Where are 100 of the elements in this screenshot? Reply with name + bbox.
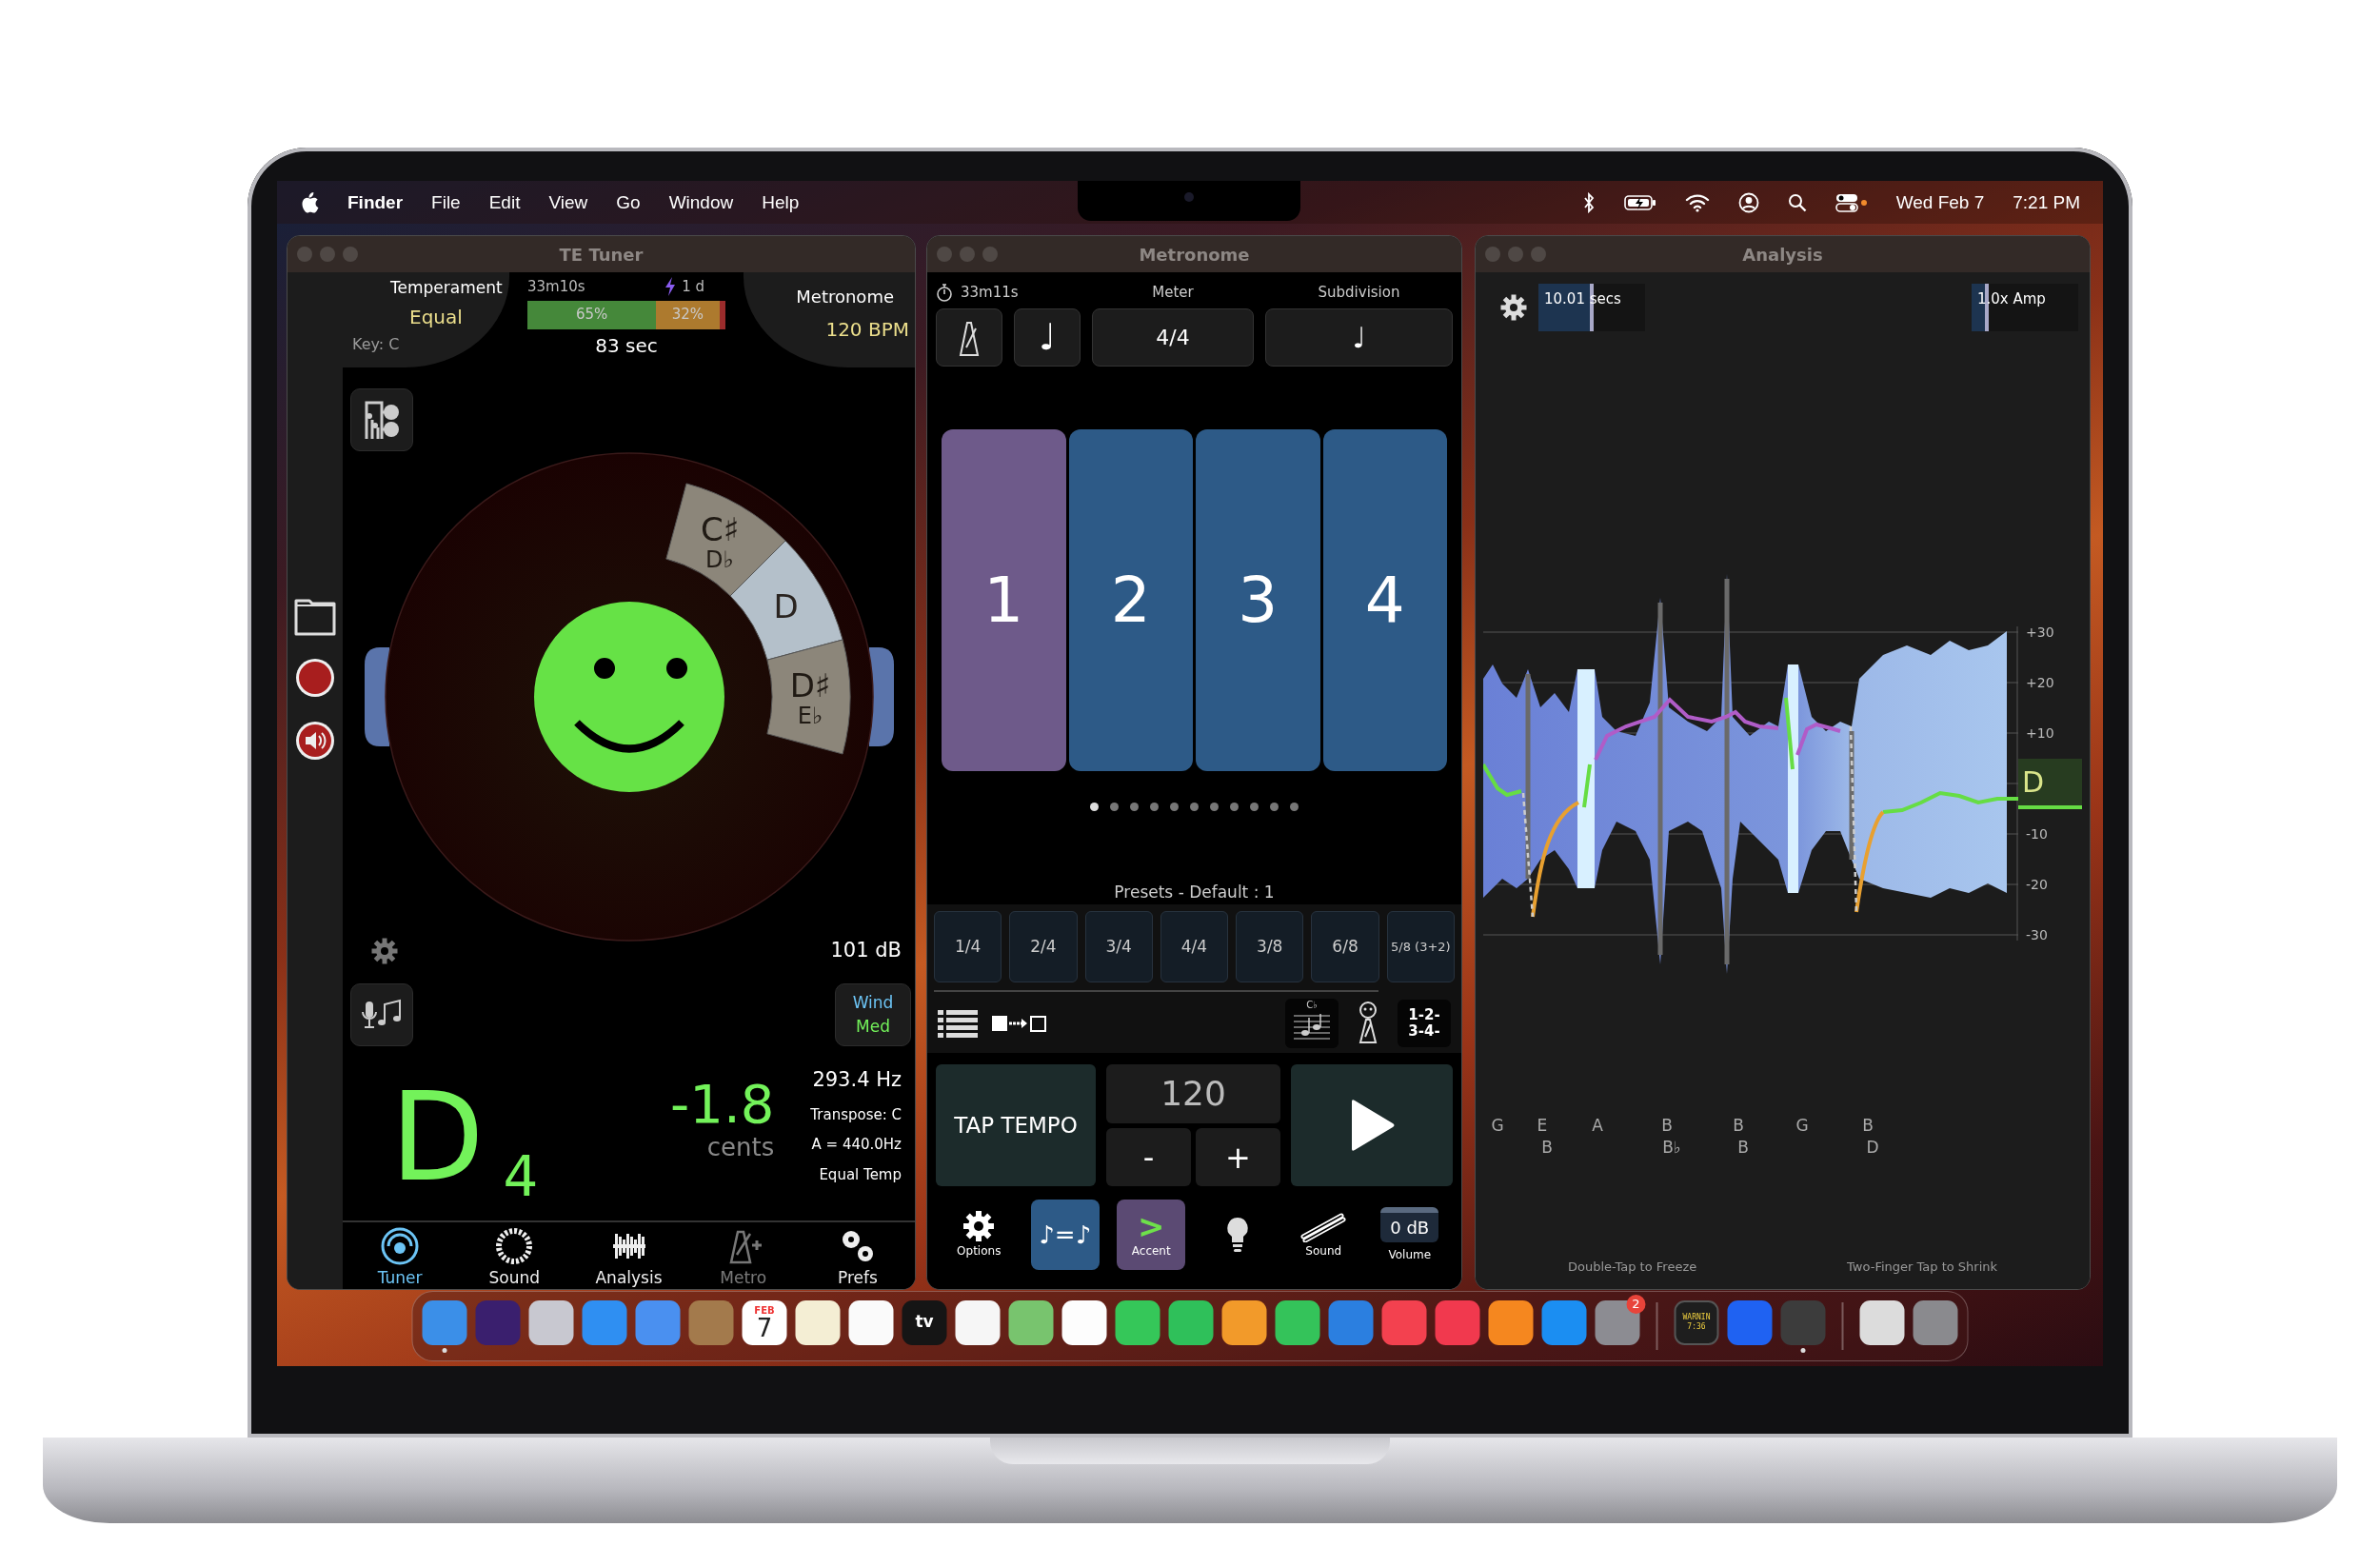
date-text[interactable]: Wed Feb 7	[1895, 191, 1985, 213]
note-segment: D♯ E♭	[765, 639, 850, 755]
note-label: B	[1862, 1115, 1874, 1137]
instrument-button[interactable]: Wind Med	[835, 983, 911, 1046]
meter-button[interactable]: 4/4	[1092, 308, 1254, 367]
presets-title: Presets - Default : 1	[1114, 883, 1275, 902]
page-dot[interactable]	[1170, 803, 1179, 811]
note-label: B	[1737, 1136, 1749, 1159]
page-dot[interactable]	[1270, 803, 1279, 811]
tab-button[interactable]: Sound	[457, 1222, 572, 1289]
time-text[interactable]: 7:21 PM	[2013, 191, 2080, 213]
tab-button[interactable]: Analysis	[571, 1222, 686, 1289]
page-dot[interactable]	[1250, 803, 1259, 811]
tempo-field[interactable]: 120	[1106, 1064, 1280, 1124]
mode-button[interactable]	[350, 388, 413, 451]
menu-item[interactable]: Edit	[488, 191, 521, 213]
preset-button[interactable]: 3/8	[1236, 911, 1304, 983]
apple-icon[interactable]	[300, 191, 319, 213]
beat-block[interactable]: 2	[1068, 429, 1193, 771]
score-button[interactable]: C♭	[1285, 999, 1339, 1049]
user-icon[interactable]	[1737, 191, 1759, 213]
metronome-panel[interactable]: Metronome 120 BPM	[744, 272, 915, 367]
scale-label: +10	[2026, 724, 2054, 743]
note-label: B	[1541, 1136, 1553, 1159]
note-label: B	[1661, 1115, 1673, 1137]
record-button[interactable]	[294, 657, 336, 699]
page-dot[interactable]	[1290, 803, 1299, 811]
app-icon[interactable]	[1115, 1299, 1160, 1345]
preset-button[interactable]: 2/4	[1009, 911, 1078, 983]
tab-button[interactable]: Tuner	[343, 1222, 458, 1289]
volume-button[interactable]: 0 dB Volume	[1375, 1200, 1444, 1271]
scale-label: +20	[2026, 674, 2054, 692]
preset-button[interactable]: 1/4	[934, 911, 1002, 983]
preset-button[interactable]: 5/8 (3+2)	[1386, 911, 1455, 983]
beat-block[interactable]: 3	[1196, 429, 1320, 771]
console-text: 7:36	[1687, 1322, 1706, 1332]
settings-icon[interactable]	[1500, 294, 1527, 321]
metronome-button[interactable]	[936, 308, 1002, 367]
increment-button[interactable]: +	[1196, 1128, 1280, 1187]
wifi-icon[interactable]	[1684, 192, 1710, 212]
list-icon[interactable]	[938, 1008, 978, 1040]
decrement-button[interactable]: -	[1106, 1128, 1191, 1187]
usage-segment: 32%	[656, 300, 720, 329]
equal-button[interactable]: ♪=♪	[1030, 1200, 1100, 1271]
preset-button[interactable]: 4/4	[1160, 911, 1229, 983]
page-dot[interactable]	[1230, 803, 1239, 811]
beat-block[interactable]: 1	[942, 429, 1066, 771]
scale-label: -30	[2026, 926, 2048, 944]
app-icon[interactable]	[1008, 1299, 1054, 1345]
page-dot[interactable]	[1210, 803, 1219, 811]
sound-button[interactable]: Sound	[1289, 1200, 1359, 1271]
menu-item[interactable]: Go	[616, 191, 641, 213]
bluetooth-icon[interactable]	[1581, 191, 1596, 213]
dial-handle[interactable]	[364, 647, 389, 746]
notification-count: 2	[1626, 1294, 1646, 1314]
app-icon[interactable]	[1221, 1299, 1267, 1345]
menu-item[interactable]: File	[431, 191, 461, 213]
subdivision-button[interactable]: ♩	[1265, 308, 1453, 367]
app-icon[interactable]	[848, 1299, 894, 1345]
app-icon[interactable]	[1859, 1299, 1905, 1345]
preset-button[interactable]: 3/4	[1084, 911, 1153, 983]
timer-text: 83 sec	[595, 332, 658, 359]
temperament-panel[interactable]: Temperament Equal Key: C	[343, 272, 509, 367]
toggles-icon[interactable]	[1835, 192, 1868, 212]
smiley-icon	[533, 602, 724, 792]
app-icon[interactable]	[1488, 1299, 1534, 1345]
count-button[interactable]: 1-2- 3-4-	[1398, 1000, 1451, 1048]
app-icon[interactable]: tv	[902, 1299, 947, 1345]
preset-button[interactable]: 6/8	[1311, 911, 1379, 983]
options-button[interactable]: Options	[944, 1200, 1014, 1271]
page-dot[interactable]	[1110, 803, 1119, 811]
menu-item[interactable]: Finder	[347, 191, 404, 213]
accent-button[interactable]: > Accent	[1117, 1200, 1186, 1271]
input-button[interactable]	[350, 983, 413, 1046]
app-icon[interactable]	[1061, 1299, 1107, 1345]
speaker-button[interactable]	[294, 720, 336, 762]
page-dot[interactable]	[1130, 803, 1139, 811]
app-icon[interactable]	[1275, 1299, 1320, 1345]
app-icon[interactable]: WARNIN 7:36	[1674, 1299, 1719, 1345]
app-icon[interactable]	[528, 1299, 574, 1345]
page-dot[interactable]	[1190, 803, 1199, 811]
note-label: B	[1733, 1115, 1744, 1137]
app-icon[interactable]	[955, 1299, 1001, 1345]
app-icon[interactable]: FEB 7	[742, 1299, 787, 1345]
tap-tempo-button[interactable]: TAP TEMPO	[936, 1064, 1096, 1187]
note-value-button[interactable]: ♩	[1014, 308, 1081, 367]
octave-number: 4	[503, 1149, 539, 1204]
beat-block[interactable]: 4	[1322, 429, 1447, 771]
page-dot[interactable]	[1150, 803, 1159, 811]
tab-button[interactable]: Prefs	[800, 1222, 915, 1289]
battery-icon[interactable]	[1623, 193, 1656, 211]
menu-item[interactable]: View	[548, 191, 588, 213]
play-button[interactable]	[1291, 1064, 1453, 1187]
search-icon[interactable]	[1787, 192, 1807, 212]
menu-item[interactable]: Help	[762, 191, 800, 213]
page-dot[interactable]	[1090, 803, 1099, 811]
app-icon[interactable]	[795, 1299, 841, 1345]
app-icon[interactable]	[1168, 1299, 1214, 1345]
menu-item[interactable]: Window	[668, 191, 734, 213]
console-text: WARNIN	[1682, 1313, 1711, 1322]
